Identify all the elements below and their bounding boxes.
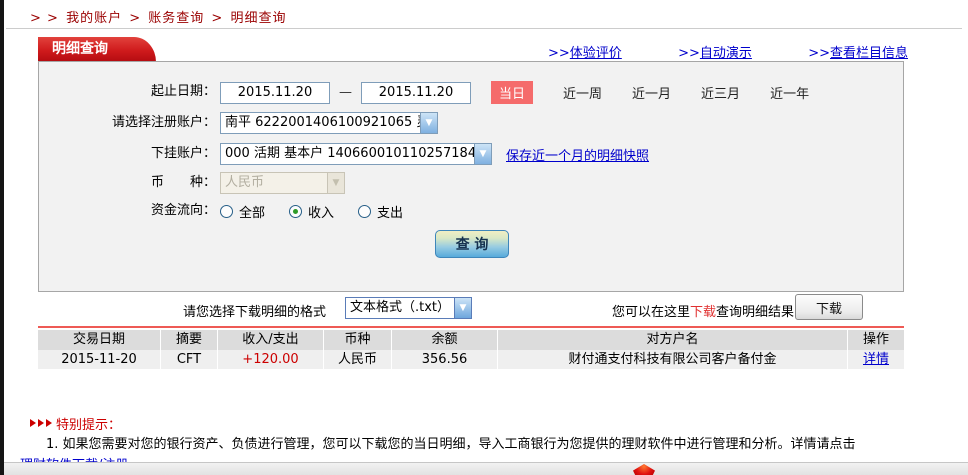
breadcrumb-item-account-query[interactable]: 账务查询 <box>148 11 204 26</box>
flow-option-income[interactable]: 收入 <box>289 202 334 221</box>
cell-summary: CFT <box>161 350 218 369</box>
download-format-value: 文本格式（.txt） <box>350 300 451 315</box>
sub-account-select[interactable]: 000 活期 基本户 1406600101102571848 ▼ <box>220 143 492 165</box>
header-currency: 币种 <box>324 330 392 350</box>
flow-option-income-label: 收入 <box>308 206 335 221</box>
account-controls: 南平 6222001406100921065 灵通卡 ▼ <box>220 112 438 134</box>
flow-option-all[interactable]: 全部 <box>220 202 265 221</box>
quick-range-week[interactable]: 近一周 <box>563 83 602 102</box>
download-format-label: 请您选择下载明细的格式 <box>183 305 327 320</box>
table-header-row: 交易日期 摘要 收入/支出 币种 余额 对方户名 操作 <box>38 330 904 350</box>
chevron-down-icon[interactable]: ▼ <box>454 298 471 318</box>
quick-range-year[interactable]: 近一年 <box>770 83 809 102</box>
radio-checked-icon[interactable] <box>289 205 303 218</box>
sub-account-label: 下挂账户： <box>150 146 216 161</box>
result-table: 交易日期 摘要 收入/支出 币种 余额 对方户名 操作 2015-11-20 C… <box>38 330 904 369</box>
download-hint-post: 查询明细结果 <box>716 305 795 320</box>
breadcrumb-separator: > <box>129 11 142 26</box>
query-form-panel: 起止日期： 2015.11.20 — 2015.11.20 当日 近一周 近一月… <box>38 61 904 292</box>
link-view-column-info[interactable]: >>查看栏目信息 <box>808 42 908 61</box>
account-select[interactable]: 南平 6222001406100921065 灵通卡 ▼ <box>220 112 438 134</box>
flow-option-expense[interactable]: 支出 <box>358 202 403 221</box>
header-links: >>体验评价 >>自动演示 >>查看栏目信息 <box>548 42 908 61</box>
date-range-controls: 2015.11.20 — 2015.11.20 当日 近一周 近一月 近三月 近… <box>220 81 809 104</box>
link-experience-review[interactable]: >>体验评价 <box>548 42 622 61</box>
date-range-label: 起止日期： <box>150 84 216 99</box>
quick-range-today[interactable]: 当日 <box>491 81 534 104</box>
download-format-select[interactable]: 文本格式（.txt） ▼ <box>345 297 472 319</box>
currency-row: 币 种： 人民币 ▼ <box>39 172 903 196</box>
sub-account-controls: 000 活期 基本户 1406600101102571848 ▼ 保存近一个月的… <box>220 143 649 165</box>
date-to-input[interactable]: 2015.11.20 <box>361 81 471 104</box>
link-prefix: >> <box>808 46 830 61</box>
cell-date: 2015-11-20 <box>38 350 161 369</box>
currency-label: 币 种： <box>150 175 216 190</box>
chevron-down-icon[interactable]: ▼ <box>420 113 437 133</box>
notice-title: 特别提示： <box>56 418 122 433</box>
date-from-input[interactable]: 2015.11.20 <box>220 81 330 104</box>
notice-arrows-icon <box>30 419 52 427</box>
download-hint: 您可以在这里下载查询明细结果 <box>612 301 794 320</box>
breadcrumb-item-detail-query: 明细查询 <box>230 11 287 26</box>
account-select-value: 南平 6222001406100921065 灵通卡 <box>225 115 420 130</box>
flow-label: 资金流向： <box>150 203 216 218</box>
download-hint-pre: 您可以在这里 <box>612 305 691 320</box>
link-label: 查看栏目信息 <box>829 46 908 61</box>
chevron-down-icon: ▼ <box>327 173 344 193</box>
top-divider <box>6 28 962 29</box>
query-button[interactable]: 查 询 <box>435 230 509 258</box>
cell-counterparty: 财付通支付科技有限公司客户备付金 <box>498 350 848 369</box>
header-date: 交易日期 <box>38 330 161 350</box>
header-amount: 收入/支出 <box>218 330 324 350</box>
left-edge-strip <box>0 0 4 475</box>
header-counterparty: 对方户名 <box>498 330 848 350</box>
cell-balance: 356.56 <box>392 350 498 369</box>
breadcrumb-item-my-account[interactable]: 我的账户 <box>66 11 122 26</box>
snapshot-link[interactable]: 保存近一个月的明细快照 <box>506 145 649 164</box>
cell-amount: +120.00 <box>218 350 324 369</box>
quick-range-month[interactable]: 近一月 <box>632 83 671 102</box>
chevron-down-icon[interactable]: ▼ <box>474 144 491 164</box>
account-row: 请选择注册账户： 南平 6222001406100921065 灵通卡 ▼ <box>39 112 903 136</box>
header-summary: 摘要 <box>161 330 218 350</box>
download-button[interactable]: 下载 <box>795 294 863 320</box>
link-prefix: >> <box>678 46 700 61</box>
download-hint-emphasis: 下载 <box>690 305 717 320</box>
radio-icon[interactable] <box>220 205 233 218</box>
header-action: 操作 <box>862 332 889 347</box>
quick-range-quarter[interactable]: 近三月 <box>701 83 740 102</box>
page: > > 我的账户 > 账务查询 > 明细查询 明细查询 >>体验评价 >>自动演… <box>0 0 968 475</box>
sub-account-row: 下挂账户： 000 活期 基本户 1406600101102571848 ▼ 保… <box>39 143 903 167</box>
radio-icon[interactable] <box>358 205 372 218</box>
account-label: 请选择注册账户： <box>111 115 216 130</box>
breadcrumb-prefix: > > <box>30 11 59 26</box>
detail-link[interactable]: 详情 <box>848 350 904 369</box>
detail-link-label[interactable]: 详情 <box>863 352 889 367</box>
table-row: 2015-11-20 CFT +120.00 人民币 356.56 财付通支付科… <box>38 350 904 369</box>
flow-radio-group: 全部 收入 支出 <box>220 202 403 221</box>
currency-select-value: 人民币 <box>225 175 265 190</box>
breadcrumb: > > 我的账户 > 账务查询 > 明细查询 <box>30 7 288 26</box>
link-auto-demo[interactable]: >>自动演示 <box>678 42 752 61</box>
flow-option-all-label: 全部 <box>239 206 266 221</box>
sub-account-select-value: 000 活期 基本户 1406600101102571848 <box>225 146 474 161</box>
link-label: 体验评价 <box>569 46 622 61</box>
flow-row: 资金流向： 全部 收入 支出 <box>39 200 903 224</box>
header-balance: 余额 <box>392 330 498 350</box>
notice-text: 1. 如果您需要对您的银行资产、负债进行管理，您可以下载您的当日明细，导入工商银… <box>20 437 856 452</box>
currency-select-disabled: 人民币 ▼ <box>220 172 345 194</box>
date-range-dash: — <box>339 85 352 100</box>
link-prefix: >> <box>548 46 570 61</box>
tab-detail-query: 明细查询 <box>38 37 156 62</box>
link-label: 自动演示 <box>699 46 752 61</box>
breadcrumb-separator: > <box>211 11 224 26</box>
red-divider <box>38 326 904 328</box>
currency-controls: 人民币 ▼ <box>220 172 345 194</box>
date-range-row: 起止日期： 2015.11.20 — 2015.11.20 当日 近一周 近一月… <box>39 81 903 105</box>
flow-option-expense-label: 支出 <box>377 206 404 221</box>
cell-currency: 人民币 <box>324 350 392 369</box>
footer-bar <box>0 462 968 475</box>
quick-range-group: 当日 近一周 近一月 近三月 近一年 <box>491 81 809 104</box>
